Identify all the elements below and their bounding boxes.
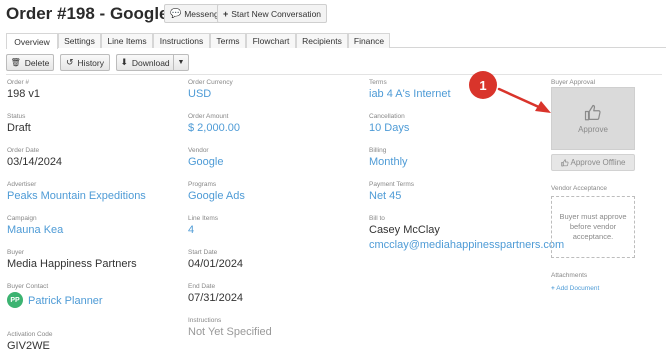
- thumbs-up-small-icon: [560, 158, 568, 166]
- buyer-contact-link[interactable]: Patrick Planner: [28, 295, 103, 307]
- buyer-approval-label: Buyer Approval: [551, 79, 596, 86]
- order-date-value: 03/14/2024: [7, 156, 63, 168]
- approve-button[interactable]: Approve: [551, 87, 635, 150]
- order-currency-value[interactable]: USD: [188, 88, 211, 100]
- annotation-arrow-icon: [497, 87, 551, 113]
- order-number-value: 198 v1: [7, 88, 41, 100]
- history-label: History: [77, 57, 104, 68]
- terms-link[interactable]: iab 4 A's Internet: [369, 88, 451, 100]
- buyer-contact-label: Buyer Contact: [7, 283, 49, 290]
- cancellation-label: Cancellation: [369, 113, 405, 120]
- status-value: Draft: [7, 122, 31, 134]
- vendor-acceptance-label: Vendor Acceptance: [551, 185, 608, 192]
- campaign-label: Campaign: [7, 215, 37, 222]
- vendor-label: Vendor: [188, 147, 209, 154]
- tab-flowchart[interactable]: Flowchart: [246, 33, 296, 48]
- end-date-label: End Date: [188, 283, 216, 290]
- trash-icon: 🗑: [10, 58, 21, 67]
- download-dropdown-toggle[interactable]: ▼: [173, 54, 189, 71]
- vendor-link[interactable]: Google: [188, 156, 223, 168]
- bill-to-name: Casey McClay: [369, 224, 440, 236]
- download-button[interactable]: ⬇ Download: [116, 54, 173, 71]
- avatar: PP: [7, 292, 23, 308]
- chat-bubble-icon: 💬: [170, 8, 182, 18]
- tab-line-items[interactable]: Line Items: [101, 33, 153, 48]
- history-button[interactable]: ↺ History: [60, 54, 110, 71]
- tab-finance[interactable]: Finance: [348, 33, 390, 48]
- buyer-label: Buyer: [7, 249, 24, 256]
- terms-label: Terms: [369, 79, 387, 86]
- advertiser-label: Advertiser: [7, 181, 37, 188]
- start-new-conversation-label: Start New Conversation: [231, 8, 322, 19]
- bill-to-email-link[interactable]: cmcclay@mediahappinesspartners.com: [369, 239, 564, 251]
- annotation-badge: 1: [469, 71, 497, 99]
- approve-offline-button[interactable]: Approve Offline: [551, 154, 635, 171]
- instructions-label: Instructions: [188, 317, 222, 324]
- add-document-link[interactable]: + Add Document: [551, 285, 599, 292]
- buyer-value: Media Happiness Partners: [7, 258, 137, 270]
- billing-label: Billing: [369, 147, 387, 154]
- billing-value[interactable]: Monthly: [369, 156, 408, 168]
- order-number-label: Order #: [7, 79, 30, 86]
- tab-terms[interactable]: Terms: [210, 33, 246, 48]
- history-icon: ↺: [66, 57, 74, 67]
- delete-button[interactable]: 🗑 Delete: [6, 54, 54, 71]
- activation-code-value: GIV2WE: [7, 340, 50, 352]
- start-date-label: Start Date: [188, 249, 218, 256]
- programs-label: Programs: [188, 181, 217, 188]
- activation-code-label: Activation Code: [7, 331, 53, 338]
- instructions-value: Not Yet Specified: [188, 326, 272, 338]
- line-items-link[interactable]: 4: [188, 224, 194, 236]
- page-title: Order #198 - Google: [6, 4, 169, 23]
- start-date-value: 04/01/2024: [188, 258, 244, 270]
- order-date-label: Order Date: [7, 147, 40, 154]
- download-icon: ⬇: [120, 57, 128, 67]
- thumbs-up-icon: [584, 104, 601, 120]
- payment-terms-value[interactable]: Net 45: [369, 190, 401, 202]
- campaign-link[interactable]: Mauna Kea: [7, 224, 63, 236]
- order-amount-label: Order Amount: [188, 113, 229, 120]
- advertiser-link[interactable]: Peaks Mountain Expeditions: [7, 190, 146, 202]
- status-label: Status: [7, 113, 26, 120]
- bill-to-label: Bill to: [369, 215, 385, 222]
- plus-icon: +: [551, 285, 555, 292]
- vendor-acceptance-box: Buyer must approve before vendor accepta…: [551, 196, 635, 258]
- approve-label: Approve: [578, 124, 608, 134]
- start-new-conversation-button[interactable]: + Start New Conversation: [217, 4, 328, 23]
- order-currency-label: Order Currency: [188, 79, 233, 86]
- download-label: Download: [131, 57, 170, 68]
- delete-label: Delete: [24, 57, 50, 68]
- order-page: Order #198 - Google 💬 Messenger + Start …: [0, 0, 670, 358]
- add-document-label: Add Document: [556, 285, 600, 292]
- caret-down-icon: ▼: [177, 59, 185, 66]
- payment-terms-label: Payment Terms: [369, 181, 415, 188]
- actions-divider: [6, 74, 662, 75]
- attachments-label: Attachments: [551, 272, 588, 279]
- approve-offline-label: Approve Offline: [570, 158, 626, 167]
- cancellation-value[interactable]: 10 Days: [369, 122, 409, 134]
- tab-recipients[interactable]: Recipients: [296, 33, 348, 48]
- tab-overview[interactable]: Overview: [6, 33, 58, 49]
- programs-link[interactable]: Google Ads: [188, 190, 245, 202]
- tab-settings[interactable]: Settings: [58, 33, 101, 48]
- end-date-value: 07/31/2024: [188, 292, 244, 304]
- line-items-label: Line Items: [188, 215, 218, 222]
- order-amount-value[interactable]: $ 2,000.00: [188, 122, 240, 134]
- tab-bar: Overview Settings Line Items Instruction…: [6, 33, 666, 49]
- plus-icon: +: [223, 8, 229, 19]
- tab-instructions[interactable]: Instructions: [153, 33, 210, 48]
